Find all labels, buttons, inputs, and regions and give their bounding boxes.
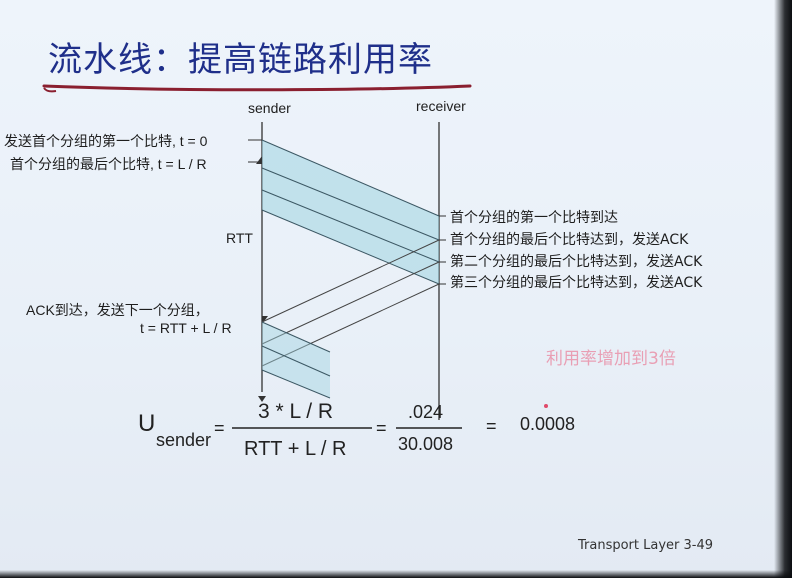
label-rtt: RTT: [226, 230, 253, 246]
ack-line-1: [261, 239, 440, 323]
formula-eq-0: =: [214, 418, 225, 438]
screen-edge-right: [774, 0, 792, 578]
label-last-bit-sent: 首个分组的最后个比特, t = L / R: [10, 156, 207, 172]
ack-line-2: [261, 261, 440, 345]
formula-result: 0.0008: [520, 414, 576, 434]
screen-edge-bottom: [0, 570, 792, 578]
sender-label: sender: [248, 100, 291, 116]
label-receiver-event-4: 第三个分组的最后个比特达到，发送ACK: [450, 275, 703, 291]
label-receiver-event-2: 首个分组的最后个比特达到，发送ACK: [450, 232, 689, 248]
formula-numerator-2: .024: [408, 402, 444, 422]
formula-denominator-1: RTT + L / R: [244, 438, 347, 460]
label-ack-arrives: ACK到达，发送下一个分组，: [26, 302, 209, 318]
formula-numerator-1: 3 * L / R: [258, 400, 334, 423]
label-receiver-event-3: 第二个分组的最后个比特达到，发送ACK: [450, 254, 703, 270]
title-underline: [42, 84, 472, 92]
formula-eq-1: =: [376, 418, 387, 438]
label-receiver-event-1: 首个分组的第一个比特到达: [450, 210, 618, 226]
pointer-mark: [544, 404, 548, 408]
label-ack-time: t = RTT + L / R: [140, 320, 232, 336]
formula-subscript: sender: [156, 430, 212, 450]
formula-eq-2: =: [486, 416, 497, 436]
slide: 流水线：提高链路利用率 sender receiver 发送首个分组的第一个比特…: [0, 0, 792, 578]
formula-u: U: [138, 410, 156, 437]
utilization-note: 利用率增加到3倍: [546, 349, 676, 369]
receiver-label: receiver: [416, 98, 466, 114]
next-packet-band: [262, 322, 330, 398]
formula-denominator-2: 30.008: [398, 434, 454, 454]
title-underline-tail: [43, 87, 57, 93]
slide-footer: Transport Layer 3-49: [578, 538, 714, 553]
label-first-bit-sent: 发送首个分组的第一个比特, t = 0: [4, 133, 208, 149]
sender-arrow-up: [256, 156, 262, 164]
